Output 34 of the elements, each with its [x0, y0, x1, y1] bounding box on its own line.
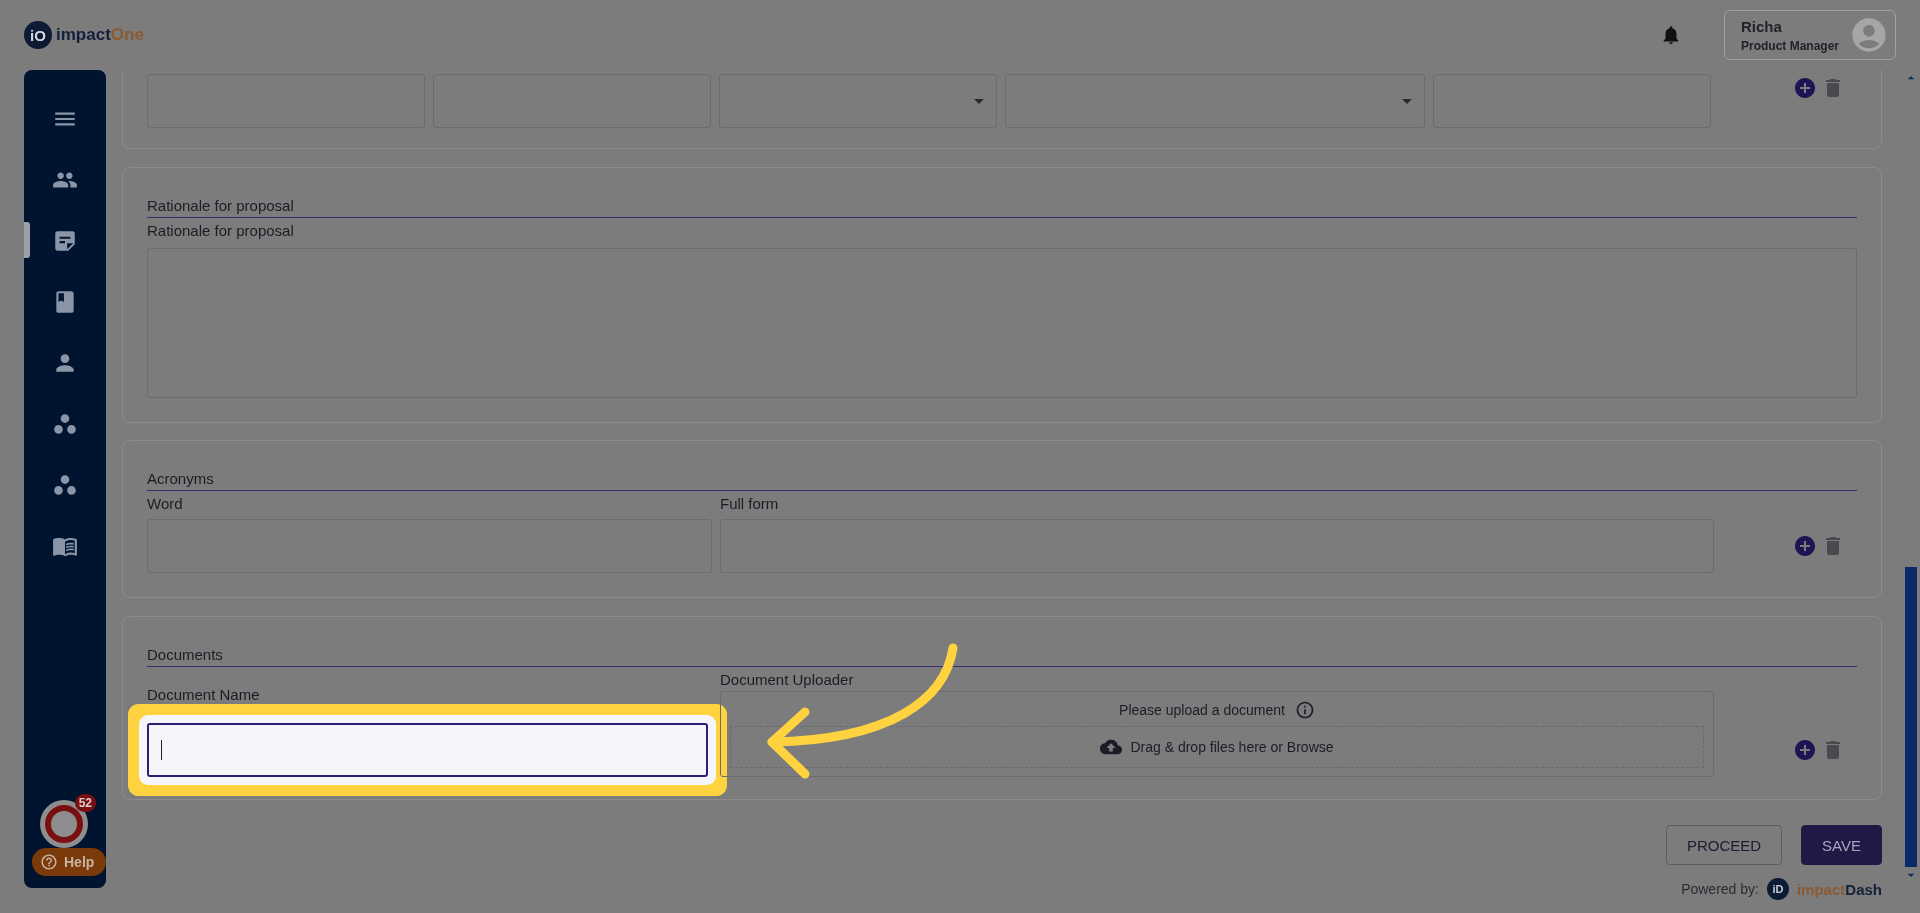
- user-name: Richa: [1741, 17, 1783, 35]
- add-icon[interactable]: [1793, 738, 1817, 762]
- select-field[interactable]: [1005, 74, 1425, 128]
- logo-text: impactOne: [56, 25, 144, 45]
- proceed-button[interactable]: PROCEED: [1665, 825, 1783, 865]
- caret-icon: [974, 98, 984, 104]
- section-title: Documents: [147, 646, 1857, 667]
- brand-text: impactDash: [1796, 880, 1882, 898]
- help-icon: [40, 853, 58, 871]
- powered-by-text: Powered by:: [1681, 881, 1759, 897]
- brand-mark: iD: [1766, 878, 1789, 900]
- help-button[interactable]: Help: [32, 848, 107, 876]
- field-label: Full form: [720, 495, 780, 512]
- field-label: Rationale for proposal: [147, 222, 295, 239]
- select-field[interactable]: [719, 74, 997, 128]
- upload-prompt: Please upload a document: [1119, 702, 1285, 718]
- user-menu[interactable]: Richa Product Manager: [1724, 10, 1896, 60]
- field-label: Document Uploader: [720, 671, 855, 688]
- save-button[interactable]: SAVE: [1801, 825, 1882, 865]
- field-label: Word: [147, 495, 184, 512]
- user-role: Product Manager: [1741, 38, 1839, 53]
- drop-zone[interactable]: Drag & drop files here or Browse: [730, 726, 1704, 768]
- info-icon[interactable]: [1294, 700, 1315, 720]
- count-badge: 52: [74, 794, 96, 812]
- drop-text: Drag & drop files here or Browse: [1130, 739, 1334, 755]
- add-icon[interactable]: [1793, 534, 1817, 558]
- avatar-icon: [1849, 15, 1889, 55]
- logo-mark: iO: [24, 21, 52, 49]
- caret-icon: [1402, 98, 1412, 104]
- section-title: Rationale for proposal: [147, 197, 1857, 218]
- section-title: Acronyms: [147, 470, 1857, 491]
- field-label: Document Name: [147, 686, 261, 703]
- add-icon[interactable]: [1793, 76, 1817, 100]
- upload-area[interactable]: Please upload a document Drag & drop files here or Browse: [720, 691, 1714, 777]
